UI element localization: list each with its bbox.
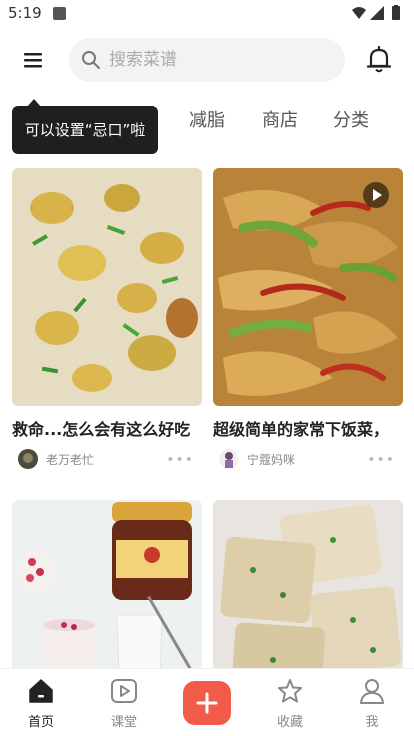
plus-icon xyxy=(196,692,218,714)
recipe-image[interactable] xyxy=(213,168,403,406)
nav-label: 收藏 xyxy=(276,715,303,730)
recipe-title[interactable]: 救命...怎么会有这么好吃 xyxy=(12,416,202,440)
star-icon xyxy=(278,679,302,703)
nav-classroom[interactable]: 课堂 xyxy=(94,677,154,733)
tab-jianzhi[interactable]: 减脂 xyxy=(189,106,225,132)
recipe-meta: 宁蔻妈咪 ••• xyxy=(213,448,403,472)
status-time: 5:19 xyxy=(8,4,42,22)
video-badge xyxy=(363,182,389,208)
notification-button[interactable] xyxy=(366,45,392,74)
status-icons xyxy=(352,5,400,20)
header xyxy=(0,30,414,90)
search-input[interactable] xyxy=(109,38,329,82)
home-icon xyxy=(29,679,53,703)
search-icon xyxy=(82,51,100,69)
nav-profile[interactable]: 我 xyxy=(342,677,402,733)
nav-favorites[interactable]: 收藏 xyxy=(260,677,320,733)
wifi-icon xyxy=(352,7,366,19)
tooltip[interactable]: 可以设置“忌口”啦 xyxy=(12,106,158,154)
search-bar[interactable] xyxy=(69,38,345,82)
user-icon xyxy=(360,679,384,704)
recipe-meta: 老万老忙 ••• xyxy=(12,448,202,472)
recipe-title[interactable]: 超级简单的家常下饭菜， xyxy=(213,416,403,440)
nav-label: 首页 xyxy=(27,715,54,730)
add-recipe-button[interactable] xyxy=(183,681,231,725)
avatar[interactable] xyxy=(219,449,239,469)
bell-icon xyxy=(366,45,392,73)
recipe-card[interactable]: 救命...怎么会有这么好吃 老万老忙 ••• xyxy=(12,168,202,472)
recipe-card[interactable]: 超级简单的家常下饭菜， 宁蔻妈咪 ••• xyxy=(213,168,403,472)
rice-potato-image xyxy=(12,168,202,406)
play-icon xyxy=(111,679,137,703)
nav-label: 我 xyxy=(365,715,379,730)
menu-button[interactable] xyxy=(18,48,50,72)
menu-icon xyxy=(24,53,42,68)
avatar[interactable] xyxy=(18,449,38,469)
more-icon[interactable]: ••• xyxy=(367,452,395,468)
play-icon xyxy=(373,189,382,201)
bottom-nav: 首页 课堂 收藏 我 xyxy=(0,668,414,736)
signal-icon xyxy=(370,6,384,20)
battery-icon xyxy=(392,6,400,20)
nav-home[interactable]: 首页 xyxy=(11,677,71,733)
recipe-image[interactable] xyxy=(12,168,202,406)
author-name[interactable]: 老万老忙 xyxy=(46,451,94,468)
author-name[interactable]: 宁蔻妈咪 xyxy=(247,451,295,468)
notification-app-icon xyxy=(53,7,66,20)
tab-category[interactable]: 分类 xyxy=(333,106,369,132)
more-icon[interactable]: ••• xyxy=(166,452,194,468)
nav-label: 课堂 xyxy=(110,715,137,730)
status-bar: 5:19 xyxy=(0,0,414,28)
tab-shop[interactable]: 商店 xyxy=(262,106,298,132)
